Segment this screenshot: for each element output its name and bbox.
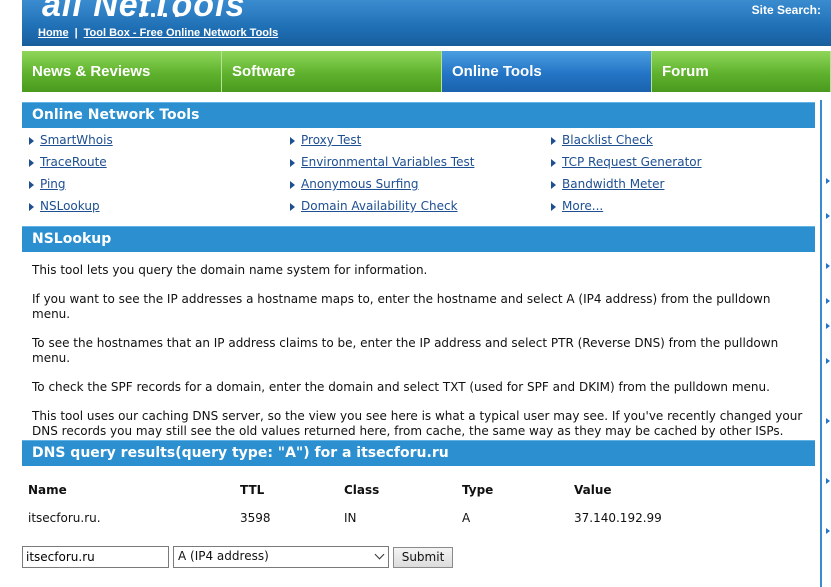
column-header-class: Class <box>344 483 380 497</box>
nslookup-description: This tool lets you query the domain name… <box>32 263 810 453</box>
table-row: itsecforu.ru. 3598 IN A 37.140.192.99 <box>28 508 808 536</box>
submit-button[interactable]: Submit <box>393 547 453 568</box>
logo-decoration <box>137 13 187 19</box>
online-network-tools-header: Online Network Tools <box>22 102 815 128</box>
table-header-row: Name TTL Class Type Value <box>28 480 808 508</box>
column-header-ttl: TTL <box>240 483 265 497</box>
cell-ttl: 3598 <box>240 511 271 525</box>
dns-results-table: Name TTL Class Type Value itsecforu.ru. … <box>28 480 808 536</box>
tool-link-more[interactable]: More... <box>550 199 603 213</box>
breadcrumb-separator: | <box>74 27 78 39</box>
right-sidebar-edge <box>820 100 831 587</box>
breadcrumb-toolbox-link[interactable]: Tool Box - Free Online Network Tools <box>84 27 279 39</box>
tool-link-bandwidth-meter[interactable]: Bandwidth Meter <box>550 177 664 191</box>
tool-link-traceroute[interactable]: TraceRoute <box>28 155 107 169</box>
tool-link-ping[interactable]: Ping <box>28 177 66 191</box>
column-header-type: Type <box>462 483 494 497</box>
tool-link-tcp-request-generator[interactable]: TCP Request Generator <box>550 155 702 169</box>
nav-item-news-reviews[interactable]: News & Reviews <box>22 51 222 92</box>
description-paragraph: To check the SPF records for a domain, e… <box>32 380 770 394</box>
main-nav: News & Reviews Software Online Tools For… <box>22 51 831 92</box>
chevron-down-icon <box>374 549 385 560</box>
cell-name: itsecforu.ru. <box>28 511 101 525</box>
tool-link-smartwhois[interactable]: SmartWhois <box>28 133 113 147</box>
tools-grid: SmartWhois TraceRoute Ping NSLookup Prox… <box>28 131 808 219</box>
cell-class: IN <box>344 511 357 525</box>
hostname-input[interactable] <box>22 546 169 568</box>
description-paragraph: To see the hostnames that an IP address … <box>32 336 779 365</box>
site-search-label: Site Search: <box>751 3 821 17</box>
query-type-select[interactable]: A (IP4 address) <box>173 546 389 568</box>
nav-item-forum[interactable]: Forum <box>652 51 831 92</box>
description-paragraph: This tool uses our caching DNS server, s… <box>32 409 803 438</box>
site-header: all NetTools Site Search: Home | Tool Box … <box>22 0 831 46</box>
tool-link-nslookup[interactable]: NSLookup <box>28 199 100 213</box>
description-paragraph: If you want to see the IP addresses a ho… <box>32 292 771 321</box>
breadcrumb-home-link[interactable]: Home <box>38 27 69 39</box>
tool-link-blacklist-check[interactable]: Blacklist Check <box>550 133 653 147</box>
query-type-selected-value: A (IP4 address) <box>178 549 269 563</box>
cell-value: 37.140.192.99 <box>574 511 662 525</box>
nslookup-header: NSLookup <box>22 226 815 252</box>
tool-link-proxy-test[interactable]: Proxy Test <box>289 133 361 147</box>
tool-link-environmental-variables-test[interactable]: Environmental Variables Test <box>289 155 474 169</box>
column-header-name: Name <box>28 483 67 497</box>
dns-results-header: DNS query results(query type: "A") for a… <box>22 440 815 466</box>
cell-type: A <box>462 511 471 525</box>
breadcrumb: Home | Tool Box - Free Online Network Tool… <box>38 27 278 39</box>
description-paragraph: This tool lets you query the domain name… <box>32 263 428 277</box>
nav-item-software[interactable]: Software <box>222 51 442 92</box>
tool-link-anonymous-surfing[interactable]: Anonymous Surfing <box>289 177 419 191</box>
tool-link-domain-availability-check[interactable]: Domain Availability Check <box>289 199 458 213</box>
nav-item-online-tools[interactable]: Online Tools <box>442 51 652 92</box>
column-header-value: Value <box>574 483 612 497</box>
